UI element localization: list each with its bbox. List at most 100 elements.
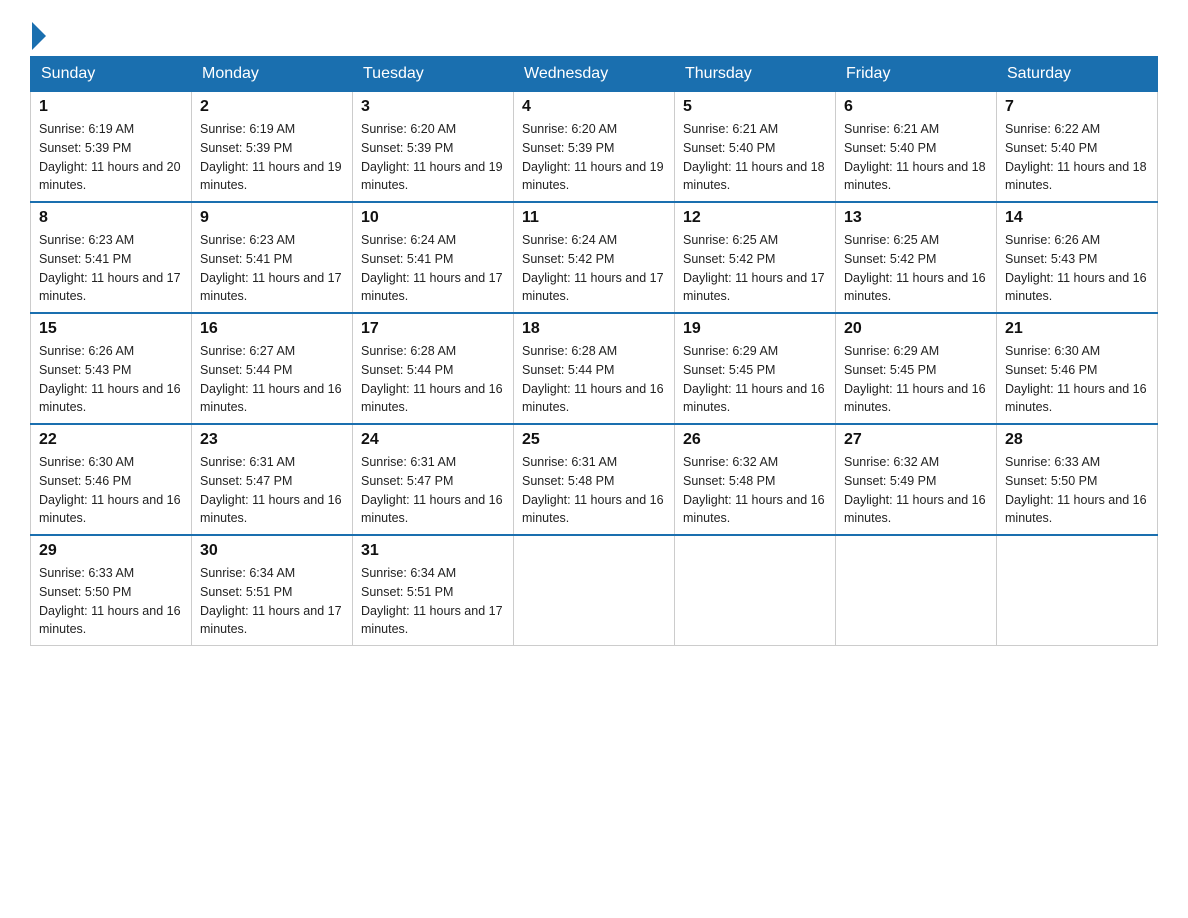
logo-arrow-icon bbox=[32, 22, 46, 50]
day-number: 20 bbox=[844, 320, 988, 338]
table-row bbox=[514, 535, 675, 646]
column-header-sunday: Sunday bbox=[31, 57, 192, 92]
table-row bbox=[836, 535, 997, 646]
table-row: 2Sunrise: 6:19 AMSunset: 5:39 PMDaylight… bbox=[192, 92, 353, 203]
table-row: 23 Sunrise: 6:31 AMSunset: 5:47 PMDayligh… bbox=[192, 424, 353, 535]
table-row: 26Sunrise: 6:32 AMSunset: 5:48 PMDayligh… bbox=[675, 424, 836, 535]
page-header bbox=[30, 20, 1158, 46]
calendar-week-row: 22 Sunrise: 6:30 AMSunset: 5:46 PMDayligh… bbox=[31, 424, 1158, 535]
column-header-monday: Monday bbox=[192, 57, 353, 92]
day-info: Sunrise: 6:30 AMSunset: 5:46 PMDaylight:… bbox=[1005, 342, 1149, 417]
table-row: 28 Sunrise: 6:33 AMSunset: 5:50 PMDayligh… bbox=[997, 424, 1158, 535]
day-number: 9 bbox=[200, 209, 344, 227]
day-number: 28 bbox=[1005, 431, 1149, 449]
calendar-header-row: SundayMondayTuesdayWednesdayThursdayFrid… bbox=[31, 57, 1158, 92]
calendar-week-row: 15 Sunrise: 6:26 AMSunset: 5:43 PMDayligh… bbox=[31, 313, 1158, 424]
day-number: 1 bbox=[39, 98, 183, 116]
day-info: Sunrise: 6:27 AMSunset: 5:44 PMDaylight:… bbox=[200, 342, 344, 417]
day-info: Sunrise: 6:25 AMSunset: 5:42 PMDaylight:… bbox=[683, 231, 827, 306]
day-info: Sunrise: 6:34 AMSunset: 5:51 PMDaylight:… bbox=[200, 564, 344, 639]
day-number: 17 bbox=[361, 320, 505, 338]
day-number: 16 bbox=[200, 320, 344, 338]
day-number: 27 bbox=[844, 431, 988, 449]
table-row: 25 Sunrise: 6:31 AMSunset: 5:48 PMDayligh… bbox=[514, 424, 675, 535]
table-row bbox=[997, 535, 1158, 646]
day-info: Sunrise: 6:23 AMSunset: 5:41 PMDaylight:… bbox=[39, 231, 183, 306]
calendar-week-row: 1 Sunrise: 6:19 AMSunset: 5:39 PMDaylight… bbox=[31, 92, 1158, 203]
table-row: 14Sunrise: 6:26 AMSunset: 5:43 PMDayligh… bbox=[997, 202, 1158, 313]
day-info: Sunrise: 6:31 AMSunset: 5:47 PMDaylight:… bbox=[200, 453, 344, 528]
day-number: 5 bbox=[683, 98, 827, 116]
calendar-table: SundayMondayTuesdayWednesdayThursdayFrid… bbox=[30, 56, 1158, 646]
table-row: 9 Sunrise: 6:23 AMSunset: 5:41 PMDaylight… bbox=[192, 202, 353, 313]
column-header-friday: Friday bbox=[836, 57, 997, 92]
day-info: Sunrise: 6:26 AMSunset: 5:43 PMDaylight:… bbox=[1005, 231, 1149, 306]
day-number: 26 bbox=[683, 431, 827, 449]
table-row: 1 Sunrise: 6:19 AMSunset: 5:39 PMDaylight… bbox=[31, 92, 192, 203]
day-info: Sunrise: 6:29 AMSunset: 5:45 PMDaylight:… bbox=[844, 342, 988, 417]
day-info: Sunrise: 6:33 AMSunset: 5:50 PMDaylight:… bbox=[39, 564, 183, 639]
day-number: 30 bbox=[200, 542, 344, 560]
day-info: Sunrise: 6:25 AMSunset: 5:42 PMDaylight:… bbox=[844, 231, 988, 306]
day-info: Sunrise: 6:31 AMSunset: 5:47 PMDaylight:… bbox=[361, 453, 505, 528]
column-header-tuesday: Tuesday bbox=[353, 57, 514, 92]
table-row: 8 Sunrise: 6:23 AMSunset: 5:41 PMDaylight… bbox=[31, 202, 192, 313]
logo bbox=[30, 20, 46, 46]
day-info: Sunrise: 6:29 AMSunset: 5:45 PMDaylight:… bbox=[683, 342, 827, 417]
table-row: 29Sunrise: 6:33 AMSunset: 5:50 PMDayligh… bbox=[31, 535, 192, 646]
column-header-thursday: Thursday bbox=[675, 57, 836, 92]
day-number: 3 bbox=[361, 98, 505, 116]
table-row: 30 Sunrise: 6:34 AMSunset: 5:51 PMDayligh… bbox=[192, 535, 353, 646]
day-info: Sunrise: 6:24 AMSunset: 5:41 PMDaylight:… bbox=[361, 231, 505, 306]
day-info: Sunrise: 6:22 AMSunset: 5:40 PMDaylight:… bbox=[1005, 120, 1149, 195]
table-row: 5 Sunrise: 6:21 AMSunset: 5:40 PMDaylight… bbox=[675, 92, 836, 203]
day-info: Sunrise: 6:30 AMSunset: 5:46 PMDaylight:… bbox=[39, 453, 183, 528]
calendar-week-row: 8 Sunrise: 6:23 AMSunset: 5:41 PMDaylight… bbox=[31, 202, 1158, 313]
table-row: 18Sunrise: 6:28 AMSunset: 5:44 PMDayligh… bbox=[514, 313, 675, 424]
table-row: 24 Sunrise: 6:31 AMSunset: 5:47 PMDayligh… bbox=[353, 424, 514, 535]
table-row: 20 Sunrise: 6:29 AMSunset: 5:45 PMDayligh… bbox=[836, 313, 997, 424]
day-number: 12 bbox=[683, 209, 827, 227]
day-number: 22 bbox=[39, 431, 183, 449]
table-row: 4 Sunrise: 6:20 AMSunset: 5:39 PMDaylight… bbox=[514, 92, 675, 203]
day-info: Sunrise: 6:34 AMSunset: 5:51 PMDaylight:… bbox=[361, 564, 505, 639]
table-row: 6 Sunrise: 6:21 AMSunset: 5:40 PMDaylight… bbox=[836, 92, 997, 203]
table-row: 21 Sunrise: 6:30 AMSunset: 5:46 PMDayligh… bbox=[997, 313, 1158, 424]
day-number: 4 bbox=[522, 98, 666, 116]
day-info: Sunrise: 6:28 AMSunset: 5:44 PMDaylight:… bbox=[522, 342, 666, 417]
day-info: Sunrise: 6:32 AMSunset: 5:49 PMDaylight:… bbox=[844, 453, 988, 528]
day-number: 10 bbox=[361, 209, 505, 227]
day-number: 11 bbox=[522, 209, 666, 227]
day-info: Sunrise: 6:26 AMSunset: 5:43 PMDaylight:… bbox=[39, 342, 183, 417]
day-number: 15 bbox=[39, 320, 183, 338]
day-number: 6 bbox=[844, 98, 988, 116]
day-number: 13 bbox=[844, 209, 988, 227]
calendar-week-row: 29Sunrise: 6:33 AMSunset: 5:50 PMDayligh… bbox=[31, 535, 1158, 646]
day-info: Sunrise: 6:24 AMSunset: 5:42 PMDaylight:… bbox=[522, 231, 666, 306]
day-info: Sunrise: 6:28 AMSunset: 5:44 PMDaylight:… bbox=[361, 342, 505, 417]
day-info: Sunrise: 6:23 AMSunset: 5:41 PMDaylight:… bbox=[200, 231, 344, 306]
day-number: 21 bbox=[1005, 320, 1149, 338]
day-number: 25 bbox=[522, 431, 666, 449]
table-row: 11 Sunrise: 6:24 AMSunset: 5:42 PMDayligh… bbox=[514, 202, 675, 313]
table-row: 17 Sunrise: 6:28 AMSunset: 5:44 PMDayligh… bbox=[353, 313, 514, 424]
column-header-saturday: Saturday bbox=[997, 57, 1158, 92]
day-number: 24 bbox=[361, 431, 505, 449]
day-number: 23 bbox=[200, 431, 344, 449]
day-number: 19 bbox=[683, 320, 827, 338]
day-info: Sunrise: 6:20 AMSunset: 5:39 PMDaylight:… bbox=[522, 120, 666, 195]
day-info: Sunrise: 6:19 AMSunset: 5:39 PMDaylight:… bbox=[39, 120, 183, 195]
day-number: 31 bbox=[361, 542, 505, 560]
table-row: 22 Sunrise: 6:30 AMSunset: 5:46 PMDayligh… bbox=[31, 424, 192, 535]
day-info: Sunrise: 6:31 AMSunset: 5:48 PMDaylight:… bbox=[522, 453, 666, 528]
day-info: Sunrise: 6:21 AMSunset: 5:40 PMDaylight:… bbox=[844, 120, 988, 195]
table-row: 13 Sunrise: 6:25 AMSunset: 5:42 PMDayligh… bbox=[836, 202, 997, 313]
day-number: 8 bbox=[39, 209, 183, 227]
day-info: Sunrise: 6:21 AMSunset: 5:40 PMDaylight:… bbox=[683, 120, 827, 195]
day-info: Sunrise: 6:33 AMSunset: 5:50 PMDaylight:… bbox=[1005, 453, 1149, 528]
table-row: 3Sunrise: 6:20 AMSunset: 5:39 PMDaylight… bbox=[353, 92, 514, 203]
table-row: 16 Sunrise: 6:27 AMSunset: 5:44 PMDayligh… bbox=[192, 313, 353, 424]
day-info: Sunrise: 6:19 AMSunset: 5:39 PMDaylight:… bbox=[200, 120, 344, 195]
column-header-wednesday: Wednesday bbox=[514, 57, 675, 92]
table-row: 31 Sunrise: 6:34 AMSunset: 5:51 PMDayligh… bbox=[353, 535, 514, 646]
